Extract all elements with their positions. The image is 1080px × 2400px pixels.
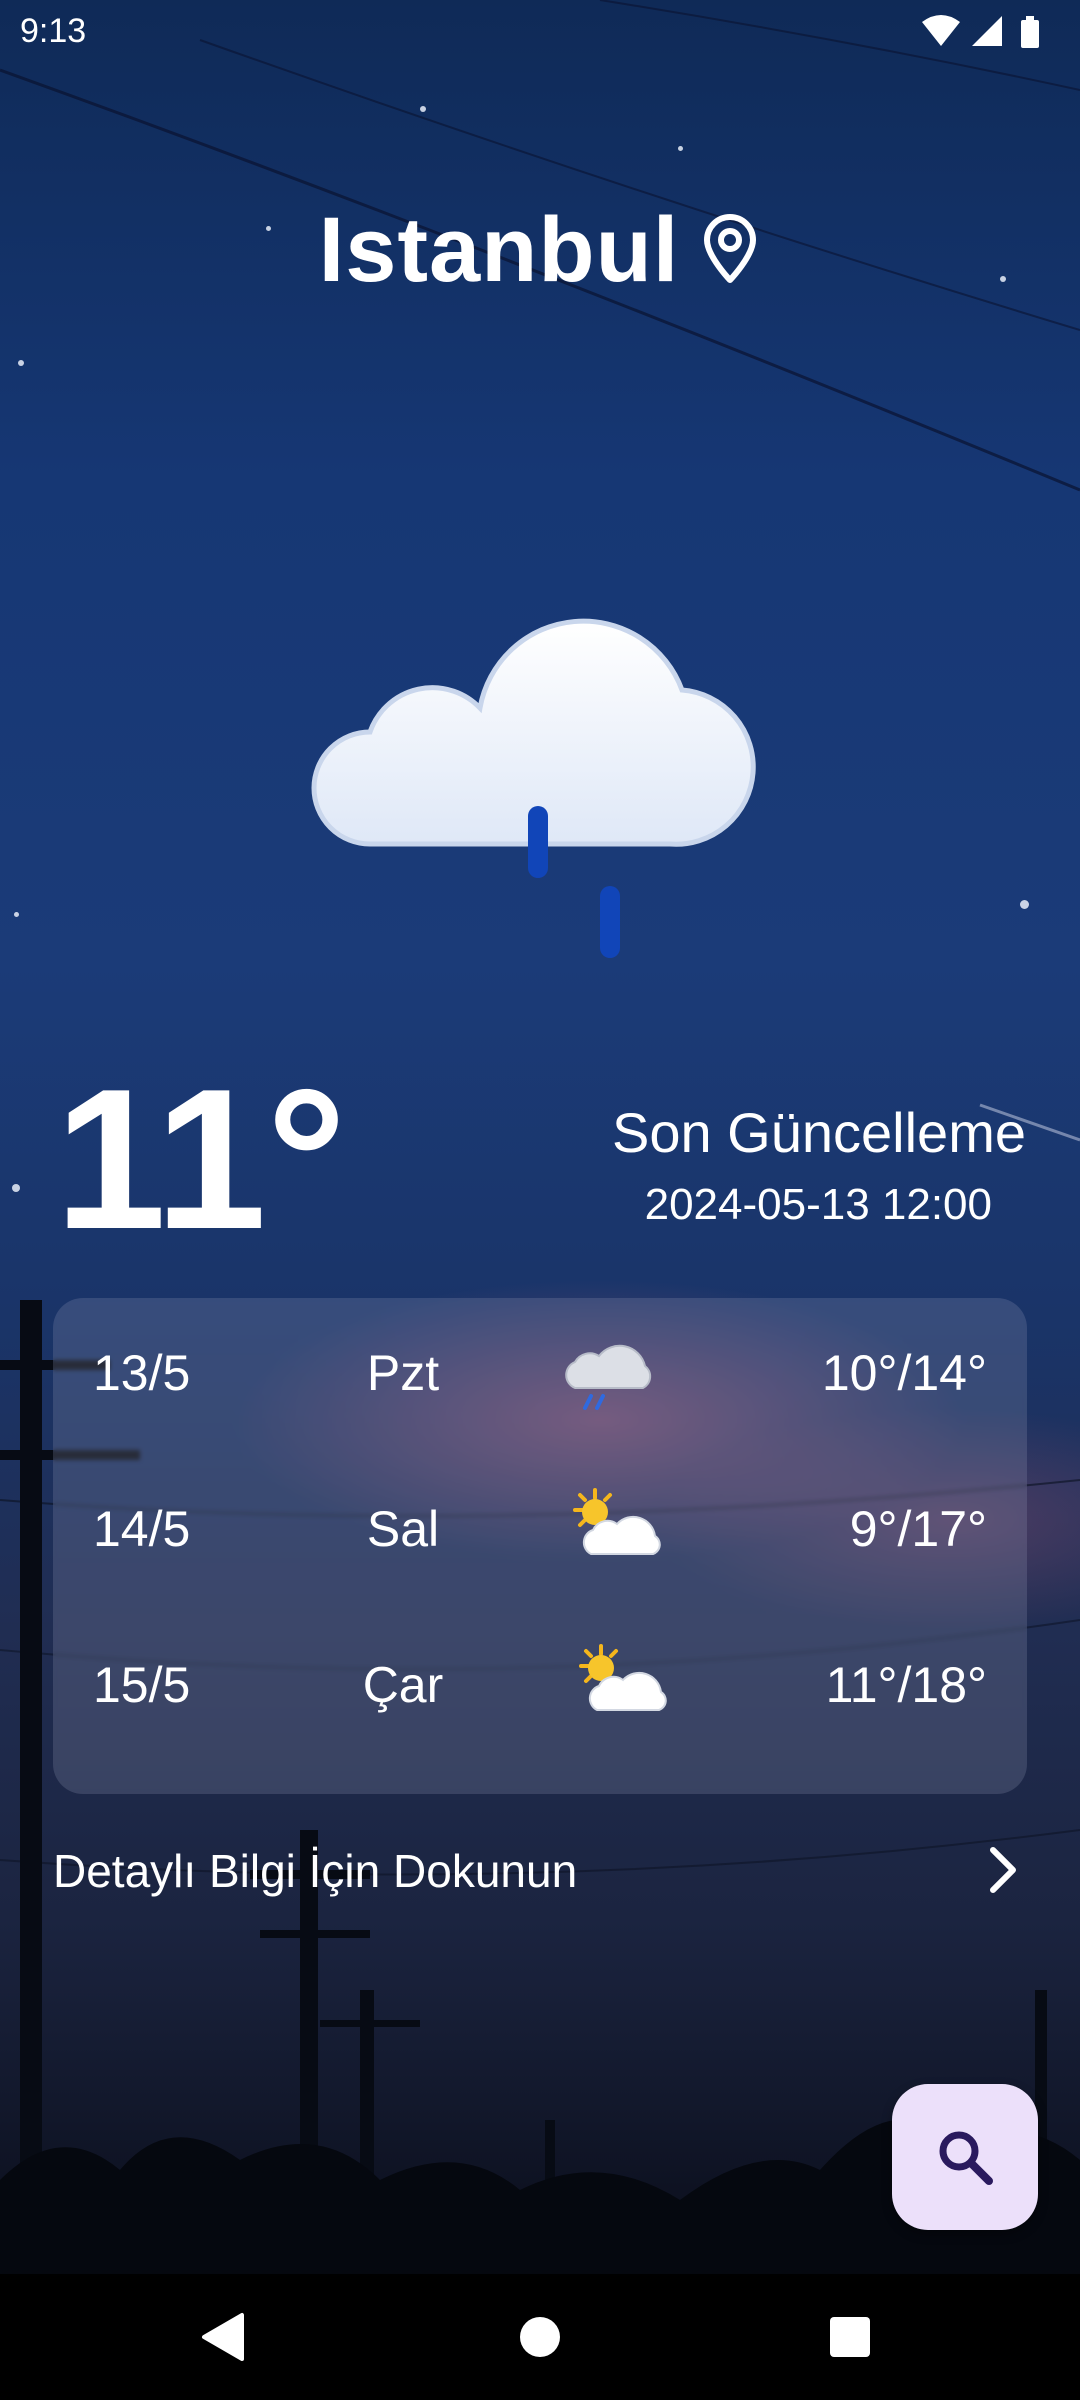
forecast-temps: 10°/14° (821, 1345, 987, 1401)
location-header[interactable]: Istanbul (0, 195, 1080, 305)
forecast-date: 14/5 (93, 1501, 191, 1557)
current-temperature: 11° (55, 1048, 347, 1271)
forecast-row: 13/5 Pzt 10°/14° (53, 1308, 1027, 1428)
battery-icon (1021, 16, 1039, 48)
forecast-temps: 11°/18° (825, 1657, 987, 1713)
forecast-row: 15/5 Çar 11°/18° (53, 1620, 1027, 1740)
star (1020, 900, 1029, 909)
forecast-row: 14/5 Sal 9°/17° (53, 1464, 1027, 1584)
signal-icon (972, 16, 1002, 46)
forecast-day: Sal (366, 1501, 440, 1557)
details-link[interactable]: Detaylı Bilgi İçin Dokunun (53, 1830, 1027, 1910)
star (14, 912, 19, 917)
partly-sunny-icon (579, 1644, 667, 1711)
search-icon (939, 2131, 993, 2185)
wifi-icon (922, 15, 960, 46)
weather-screen: 9:13 Istanbul 11° Son Güncelleme 2024-05… (0, 0, 1080, 2400)
recents-icon[interactable] (815, 2302, 885, 2372)
rain-cloud-icon (565, 1344, 652, 1410)
city-name: Istanbul (318, 198, 680, 301)
forecast-date: 15/5 (93, 1657, 191, 1713)
search-button[interactable] (892, 2084, 1038, 2230)
cloud-rain-icon (311, 618, 756, 958)
star (678, 146, 683, 151)
details-label: Detaylı Bilgi İçin Dokunun (53, 1845, 578, 1897)
back-icon[interactable] (190, 2302, 260, 2372)
last-update-label: Son Güncelleme (611, 1101, 1026, 1164)
star (18, 360, 24, 366)
forecast-day: Çar (362, 1657, 444, 1713)
last-update-time: 2024-05-13 12:00 (644, 1180, 992, 1229)
forecast-day: Pzt (366, 1345, 440, 1401)
forecast-card: 13/5 Pzt 10°/14° 14/5 Sal 9°/17° 15/5 Ça… (53, 1298, 1027, 1794)
navigation-bar (0, 2274, 1080, 2400)
status-time: 9:13 (20, 12, 87, 50)
star (420, 106, 426, 112)
chevron-right-icon (990, 1847, 1016, 1893)
star (12, 1184, 20, 1192)
forecast-date: 13/5 (93, 1345, 191, 1401)
home-icon[interactable] (505, 2302, 575, 2372)
status-icons (922, 15, 1039, 48)
partly-sunny-icon (573, 1488, 661, 1555)
forecast-temps: 9°/17° (849, 1501, 987, 1557)
status-bar: 9:13 (0, 0, 1080, 64)
location-pin-icon (704, 214, 757, 283)
